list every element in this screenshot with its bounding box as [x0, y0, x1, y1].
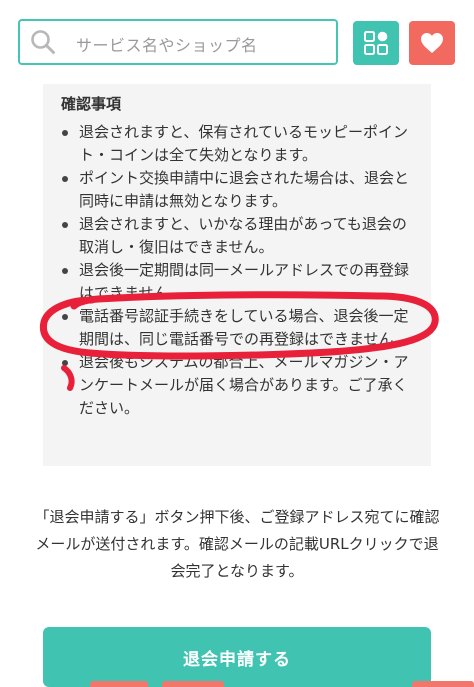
category-grid-button[interactable]	[353, 21, 399, 65]
badge	[412, 681, 474, 687]
search-placeholder: サービス名やショップ名	[76, 36, 258, 55]
notice-item: ポイント交換申請中に退会された場合は、退会と同時に申請は無効となります。	[61, 167, 417, 213]
notice-list: 退会されますと、保有されているモッピーポイント・コインは全て失効となります。 ポ…	[61, 121, 417, 420]
confirmation-notice: 確認事項 退会されますと、保有されているモッピーポイント・コインは全て失効となり…	[43, 84, 431, 466]
confirmation-mail-info: 「退会申請する」ボタン押下後、ご登録アドレス宛てに確認メールが送付されます。確認…	[34, 508, 440, 580]
favorite-button[interactable]	[409, 21, 455, 65]
notice-item: 退会されますと、いかなる理由があっても退会の取消し・復旧はできません。	[61, 213, 417, 259]
withdrawal-page: サービス名やショップ名 確認事項 退会されますと、保有されているモッピーポイント…	[0, 0, 474, 687]
notice-item: 退会されますと、保有されているモッピーポイント・コインは全て失効となります。	[61, 121, 417, 167]
badge	[162, 681, 224, 687]
notice-item: 退会後もシステムの都合上、メールマガジン・アンケートメールが届く場合があります。…	[61, 351, 417, 420]
badge	[90, 681, 148, 687]
notice-item: 退会後一定期間は同一メールアドレスでの再登録はできません。	[61, 259, 417, 305]
notice-title: 確認事項	[61, 95, 122, 113]
header: サービス名やショップ名	[0, 0, 474, 84]
withdraw-request-button[interactable]: 退会申請する	[43, 627, 431, 687]
search-input[interactable]: サービス名やショップ名	[18, 19, 338, 65]
notice-item-highlighted: 電話番号認証手続きをしている場合、退会後一定期間は、同じ電話番号での再登録はでき…	[61, 305, 417, 351]
